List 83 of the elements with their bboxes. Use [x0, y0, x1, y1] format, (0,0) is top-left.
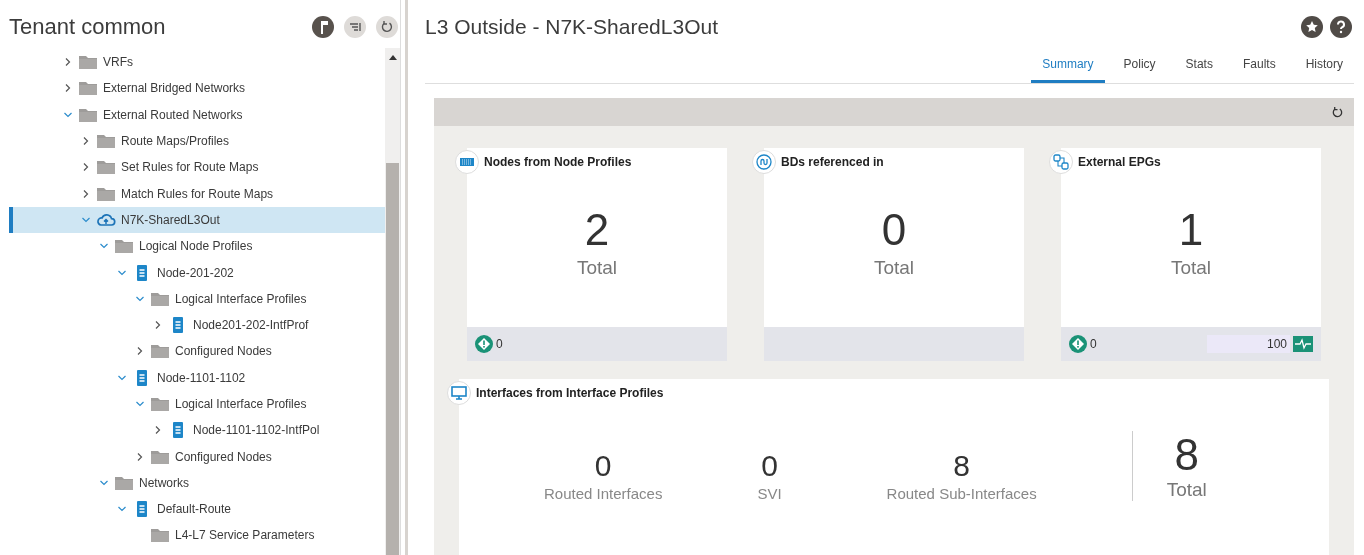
- folder-icon: [78, 54, 98, 71]
- folder-icon: [150, 527, 170, 544]
- count-caption: Routed Sub-Interfaces: [886, 485, 1037, 502]
- panel-title: Tenant common: [9, 14, 166, 40]
- tree-item[interactable]: Match Rules for Route Maps: [9, 180, 385, 207]
- tree-item[interactable]: Configured Nodes: [9, 443, 385, 470]
- collapse-caret-icon[interactable]: [81, 136, 91, 147]
- collapse-caret-icon[interactable]: [81, 162, 91, 173]
- tree-item[interactable]: Logical Interface Profiles: [9, 390, 385, 418]
- tab[interactable]: History: [1294, 48, 1354, 83]
- health-score: 100: [1206, 335, 1290, 353]
- scrollbar[interactable]: [385, 48, 400, 555]
- cloud-icon: [96, 211, 116, 228]
- folder-icon: [96, 159, 116, 176]
- tab[interactable]: Policy: [1112, 48, 1167, 83]
- scroll-up-icon[interactable]: [389, 54, 397, 60]
- page-title: L3 Outside - N7K-SharedL3Out: [425, 15, 718, 39]
- tree-item[interactable]: Node-201-202: [9, 259, 385, 286]
- folder-icon: [150, 343, 170, 360]
- card-title: External EPGs: [1078, 155, 1161, 169]
- count-value: 1: [1178, 206, 1204, 254]
- tree-item[interactable]: Node-1101-1102-IntfPol: [9, 417, 385, 444]
- count-value: 0: [761, 449, 778, 483]
- refresh-icon[interactable]: [376, 16, 398, 38]
- tab[interactable]: Stats: [1174, 48, 1224, 83]
- tree-item[interactable]: Set Rules for Route Maps: [9, 154, 385, 181]
- collapse-caret-icon[interactable]: [153, 320, 163, 331]
- count-caption: Routed Interfaces: [544, 485, 663, 502]
- tree-item[interactable]: External Routed Networks: [9, 101, 385, 128]
- fault-count: 0: [496, 337, 503, 351]
- folder-icon: [114, 238, 134, 255]
- tree-item[interactable]: Networks: [9, 469, 385, 497]
- tree-item[interactable]: Node201-202-IntfProf: [9, 311, 385, 339]
- tree-item[interactable]: Logical Interface Profiles: [9, 285, 385, 312]
- card-title: Nodes from Node Profiles: [484, 155, 632, 169]
- total-value: 8: [1174, 431, 1199, 479]
- fault-icon: [475, 335, 493, 353]
- count-caption: SVI: [757, 485, 782, 502]
- health-pulse-icon: [1293, 336, 1313, 352]
- folder-icon: [150, 396, 170, 412]
- card-title: Interfaces from Interface Profiles: [476, 386, 664, 400]
- refresh-icon[interactable]: [1331, 105, 1344, 119]
- quick-start-icon[interactable]: [312, 16, 334, 38]
- card-title: BDs referenced in: [781, 155, 884, 169]
- folder-icon: [150, 290, 170, 307]
- count-value: 8: [953, 449, 970, 483]
- tree-item[interactable]: Default-Route: [9, 496, 385, 523]
- tree-item[interactable]: Node-1101-1102: [9, 364, 385, 391]
- tree-item[interactable]: Route Maps/Profiles: [9, 127, 385, 155]
- folder-icon: [96, 185, 116, 202]
- fault-icon: [1069, 335, 1087, 353]
- tree-item[interactable]: N7K-SharedL3Out: [9, 206, 385, 234]
- folder-icon: [150, 448, 170, 465]
- tab[interactable]: Summary: [1031, 48, 1105, 83]
- filter-icon[interactable]: [344, 16, 366, 38]
- total-caption: Total: [1166, 479, 1207, 501]
- splitter-handle[interactable]: [400, 0, 411, 555]
- collapse-caret-icon[interactable]: [135, 346, 145, 357]
- fault-count: 0: [1090, 337, 1097, 351]
- folder-icon: [114, 474, 134, 491]
- folder-icon: [78, 80, 98, 97]
- folder-icon: [96, 133, 116, 150]
- tree-item[interactable]: Configured Nodes: [9, 338, 385, 365]
- count-value: 0: [881, 206, 907, 254]
- collapse-caret-icon[interactable]: [63, 57, 73, 68]
- help-icon[interactable]: [1330, 16, 1352, 38]
- tree-item[interactable]: Logical Node Profiles: [9, 233, 385, 260]
- count-caption: Total: [576, 257, 618, 279]
- count-caption: Total: [873, 257, 915, 279]
- collapse-caret-icon[interactable]: [153, 425, 163, 436]
- scrollbar-thumb[interactable]: [386, 163, 399, 555]
- collapse-caret-icon[interactable]: [63, 83, 73, 94]
- expand-caret-icon[interactable]: [135, 399, 145, 409]
- tree-item[interactable]: External Bridged Networks: [9, 75, 385, 102]
- folder-icon: [78, 106, 98, 123]
- collapse-caret-icon[interactable]: [135, 451, 145, 462]
- count-value: 2: [584, 206, 610, 254]
- tree-item[interactable]: VRFs: [9, 49, 385, 76]
- collapse-caret-icon[interactable]: [81, 188, 91, 199]
- count-value: 0: [594, 449, 612, 483]
- count-caption: Total: [1170, 257, 1212, 279]
- tree-item[interactable]: L4-L7 Service Parameters: [9, 522, 385, 549]
- tab[interactable]: Faults: [1231, 48, 1287, 83]
